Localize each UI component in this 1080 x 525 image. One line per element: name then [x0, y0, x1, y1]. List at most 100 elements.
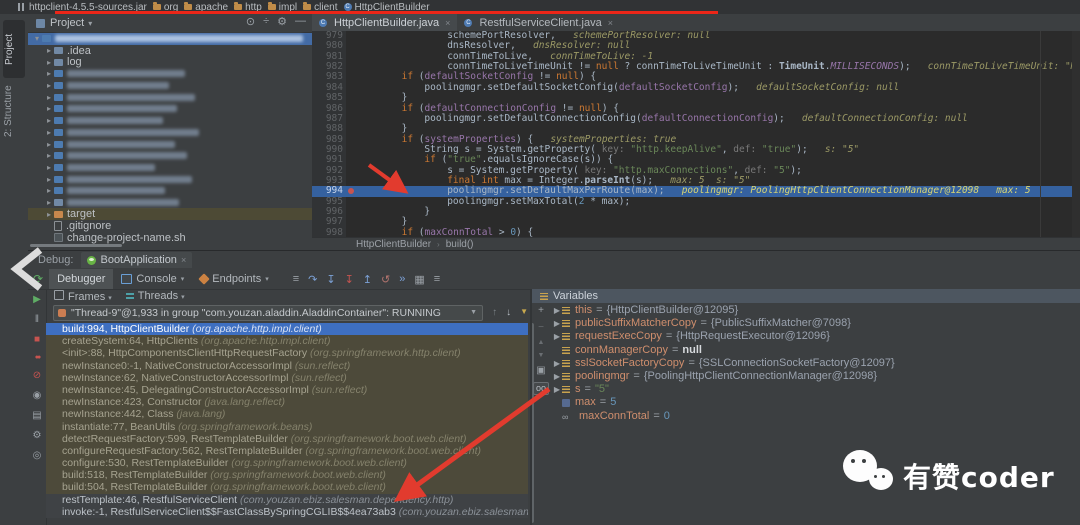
- tree-item[interactable]: ▸: [28, 91, 312, 103]
- tree-item[interactable]: ▸: [28, 173, 312, 185]
- mute-breakpoints-icon[interactable]: ⊘: [33, 370, 41, 381]
- settings-icon[interactable]: ⚙: [277, 15, 287, 28]
- chevron-down-icon[interactable]: ▾: [88, 19, 92, 28]
- editor-tab-1[interactable]: CRestfulServiceClient.java×: [457, 14, 620, 31]
- frame-row[interactable]: instantiate:77, BeanUtils (org.springfra…: [46, 421, 528, 433]
- tree-expand-icon[interactable]: ▸: [44, 128, 54, 137]
- add-icon[interactable]: +: [538, 305, 544, 316]
- tab-frames[interactable]: Frames▾: [54, 290, 112, 303]
- tree-expand-icon[interactable]: ▸: [44, 140, 54, 149]
- tree-expand-icon[interactable]: ▸: [44, 175, 54, 184]
- code-line-979[interactable]: 979schemePortResolver, schemePortResolve…: [312, 31, 1080, 41]
- step-out-icon[interactable]: ↥: [363, 273, 372, 286]
- back-chevron-icon[interactable]: [6, 244, 52, 294]
- drop-frame-icon[interactable]: ↺: [381, 273, 390, 286]
- tree-item[interactable]: ▸: [28, 115, 312, 127]
- remove-icon[interactable]: −: [538, 322, 544, 333]
- frame-row[interactable]: configure:530, RestTemplateBuilder (org.…: [46, 457, 528, 469]
- variable-expand-icon[interactable]: ▶: [552, 330, 562, 343]
- up-arrow-icon[interactable]: ↑: [492, 307, 497, 318]
- code-line-980[interactable]: 980dnsResolver, dnsResolver: null: [312, 41, 1080, 51]
- variable-row[interactable]: ▶this={HttpClientBuilder@12095}: [552, 304, 1072, 317]
- tab-endpoints[interactable]: Endpoints▾: [192, 269, 276, 289]
- evaluate-icon[interactable]: ▦: [414, 273, 424, 286]
- tree-expand-icon[interactable]: ▸: [44, 93, 54, 102]
- tree-expand-icon[interactable]: ▸: [44, 151, 54, 160]
- frame-row[interactable]: restTemplate:46, RestfulServiceClient (c…: [46, 494, 528, 506]
- variable-expand-icon[interactable]: ▶: [552, 357, 562, 370]
- tree-item[interactable]: ▸: [28, 68, 312, 80]
- tree-item[interactable]: ▸: [28, 162, 312, 174]
- hide-icon[interactable]: —: [295, 15, 306, 28]
- variable-row[interactable]: connManagerCopy=null: [552, 344, 1072, 357]
- frame-row[interactable]: build:504, RestTemplateBuilder (org.spri…: [46, 481, 528, 493]
- pin-icon[interactable]: ◎: [33, 450, 42, 461]
- tree-item[interactable]: ▸target: [28, 208, 312, 220]
- tree-expand-icon[interactable]: ▸: [44, 163, 54, 172]
- code-line-998[interactable]: 998if (maxConnTotal > 0) {: [312, 228, 1080, 237]
- project-panel-title[interactable]: Project: [50, 17, 84, 29]
- tab-debugger[interactable]: Debugger: [49, 269, 113, 289]
- variable-expand-icon[interactable]: ▶: [552, 383, 562, 396]
- tree-item[interactable]: ▸log: [28, 56, 312, 68]
- breadcrumb-class[interactable]: HttpClientBuilder: [356, 239, 431, 250]
- close-icon[interactable]: ×: [445, 18, 450, 28]
- show-watches-toggle[interactable]: oo: [533, 382, 549, 395]
- tree-item[interactable]: change-project-name.sh: [28, 232, 312, 244]
- frame-row[interactable]: newInstance:62, NativeConstructorAccesso…: [46, 372, 528, 384]
- thread-selector[interactable]: "Thread-9"@1,933 in group "com.youzan.al…: [53, 305, 483, 321]
- tree-item[interactable]: ▸: [28, 103, 312, 115]
- frame-row[interactable]: detectRequestFactory:599, RestTemplateBu…: [46, 433, 528, 445]
- variable-row[interactable]: ▶sslSocketFactoryCopy={SSLConnectionSock…: [552, 357, 1072, 370]
- tree-expand-icon[interactable]: ▸: [44, 69, 54, 78]
- resume-icon[interactable]: ▶: [33, 294, 41, 305]
- variable-expand-icon[interactable]: ▶: [552, 317, 562, 330]
- thread-dump-icon[interactable]: ◉: [33, 390, 42, 401]
- tree-item[interactable]: ▸: [28, 127, 312, 139]
- debug-session-tab[interactable]: BootApplication ×: [81, 252, 192, 268]
- close-icon[interactable]: ×: [608, 18, 613, 28]
- tree-expand-icon[interactable]: ▸: [44, 186, 54, 195]
- tab-console[interactable]: Console▾: [113, 269, 192, 289]
- variable-row[interactable]: max=5: [552, 396, 1072, 409]
- frame-row[interactable]: newInstance:442, Class (java.lang): [46, 408, 528, 420]
- stop-icon[interactable]: ■: [34, 334, 40, 345]
- view-breakpoints-icon[interactable]: ●●: [35, 354, 39, 361]
- frame-row[interactable]: build:518, RestTemplateBuilder (org.spri…: [46, 469, 528, 481]
- frame-row[interactable]: newInstance:423, Constructor (java.lang.…: [46, 396, 528, 408]
- tree-item[interactable]: ▸: [28, 138, 312, 150]
- tree-expand-icon[interactable]: ▸: [44, 116, 54, 125]
- close-icon[interactable]: ×: [181, 255, 186, 265]
- layout-icon[interactable]: ▤: [32, 410, 41, 421]
- frame-row[interactable]: <init>:88, HttpComponentsClientHttpReque…: [46, 347, 528, 359]
- variable-row[interactable]: ▶requestExecCopy={HttpRequestExecutor@12…: [552, 330, 1072, 343]
- down-arrow-icon[interactable]: ↓: [506, 307, 511, 318]
- variable-row[interactable]: ▶s="5": [552, 383, 1072, 396]
- variable-row[interactable]: ▶publicSuffixMatcherCopy={PublicSuffixMa…: [552, 317, 1072, 330]
- editor-vscrollbar[interactable]: [1072, 31, 1080, 237]
- tree-expand-icon[interactable]: ▸: [44, 198, 54, 207]
- frame-row[interactable]: build:994, HttpClientBuilder (org.apache…: [46, 323, 528, 335]
- tool-button-structure[interactable]: 2: Structure: [3, 80, 23, 142]
- settings-icon[interactable]: ⚙: [33, 430, 42, 441]
- step-into-icon[interactable]: ↧: [326, 273, 335, 286]
- breadcrumb-method[interactable]: build(): [446, 239, 474, 250]
- tab-threads[interactable]: Threads▾: [126, 290, 185, 302]
- tree-expand-icon[interactable]: ▸: [44, 81, 54, 90]
- frame-row[interactable]: configureRequestFactory:562, RestTemplat…: [46, 445, 528, 457]
- tree-expand-icon[interactable]: ▸: [44, 210, 54, 219]
- copy-icon[interactable]: ▣: [536, 365, 545, 376]
- frame-row[interactable]: newInstance0:-1, NativeConstructorAccess…: [46, 360, 528, 372]
- tree-expand-icon[interactable]: ▸: [44, 104, 54, 113]
- tree-item[interactable]: ▸: [28, 150, 312, 162]
- variable-expand-icon[interactable]: ▶: [552, 370, 562, 383]
- frame-row[interactable]: invoke:-1, RestfulServiceClient$$FastCla…: [46, 506, 528, 518]
- tree-expand-icon[interactable]: ▸: [44, 58, 54, 67]
- collapse-all-icon[interactable]: ÷: [263, 15, 269, 28]
- code-line-994[interactable]: 994poolingmgr.setDefaultMaxPerRoute(max)…: [312, 186, 1080, 196]
- pause-icon[interactable]: ‖: [35, 314, 39, 325]
- code-line-996[interactable]: 996}: [312, 207, 1080, 217]
- tree-item[interactable]: .gitignore: [28, 220, 312, 232]
- code-line-987[interactable]: 987poolingmgr.setDefaultConnectionConfig…: [312, 114, 1080, 124]
- tree-expand-icon[interactable]: ▸: [44, 46, 54, 55]
